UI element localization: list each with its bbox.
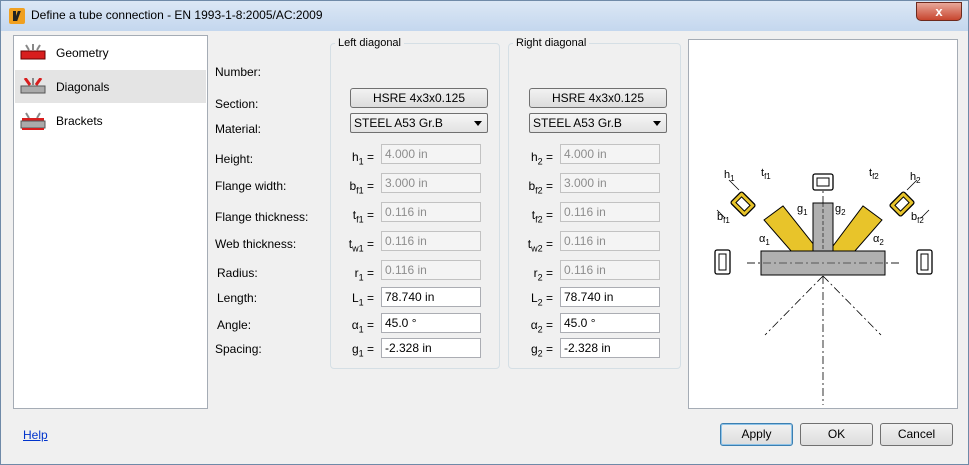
close-button[interactable]: x <box>916 2 962 21</box>
dialog-window: Define a tube connection - EN 1993-1-8:2… <box>0 0 969 465</box>
diagonals-icon <box>20 77 46 93</box>
bf1-diagram-label: bf1 <box>717 211 730 225</box>
right-material-value: STEEL A53 Gr.B <box>533 116 622 130</box>
sidebar-item-brackets[interactable]: Brackets <box>15 104 206 137</box>
help-link[interactable]: Help <box>23 428 48 442</box>
tf1-symbol: tf1 = <box>352 208 374 225</box>
web-thickness-label: Web thickness: <box>215 237 297 251</box>
left-flange-thickness-field: 0.116 in <box>381 202 481 222</box>
left-flange-width-field: 3.000 in <box>381 173 481 193</box>
right-length-field[interactable]: 78.740 in <box>560 287 660 307</box>
chevron-down-icon <box>474 121 482 126</box>
left-angle-field[interactable]: 45.0 ° <box>381 313 481 333</box>
g2-symbol: g2 = <box>530 342 553 359</box>
right-spacing-field[interactable]: -2.328 in <box>560 338 660 358</box>
app-logo-icon <box>9 8 25 24</box>
title-bar[interactable]: Define a tube connection - EN 1993-1-8:2… <box>1 1 968 31</box>
chevron-down-icon <box>653 121 661 126</box>
sidebar-item-label: Geometry <box>56 45 109 60</box>
right-flange-width-field: 3.000 in <box>560 173 660 193</box>
alpha1-symbol: α1 = <box>351 318 374 335</box>
g2-diagram-label: g2 <box>835 203 846 217</box>
apply-button[interactable]: Apply <box>720 423 793 446</box>
tw2-symbol: tw2 = <box>527 237 553 254</box>
spacing-label: Spacing: <box>215 342 262 356</box>
right-diagonal-title: Right diagonal <box>513 37 590 49</box>
L2-symbol: L2 = <box>530 291 553 308</box>
g1-symbol: g1 = <box>351 342 374 359</box>
length-label: Length: <box>217 291 258 305</box>
right-radius-field: 0.116 in <box>560 260 660 280</box>
alpha2-diagram-label: α2 <box>873 233 884 247</box>
radius-label: Radius: <box>217 266 258 280</box>
h1-symbol: h1 = <box>351 150 374 167</box>
geometry-icon <box>20 43 46 59</box>
bf2-symbol: bf2 = <box>528 179 553 196</box>
r1-symbol: r1 = <box>354 266 374 283</box>
left-radius-field: 0.116 in <box>381 260 481 280</box>
tw1-symbol: tw1 = <box>348 237 374 254</box>
h2-symbol: h2 = <box>530 150 553 167</box>
left-diagonal-title: Left diagonal <box>335 37 404 49</box>
section-label: Section: <box>215 97 259 111</box>
tf2-diagram-label: tf2 <box>869 167 879 181</box>
h1-diagram-label: h1 <box>724 169 735 183</box>
material-label: Material: <box>215 122 262 136</box>
ok-button[interactable]: OK <box>800 423 873 446</box>
left-section-button[interactable]: HSRE 4x3x0.125 <box>350 88 488 108</box>
alpha1-diagram-label: α1 <box>759 233 770 247</box>
right-section-button[interactable]: HSRE 4x3x0.125 <box>529 88 667 108</box>
flange-thickness-label: Flange thickness: <box>215 210 309 224</box>
tf1-diagram-label: tf1 <box>761 167 771 181</box>
bf1-symbol: bf1 = <box>349 179 374 196</box>
left-height-field: 4.000 in <box>381 144 481 164</box>
flange-width-label: Flange width: <box>215 179 287 193</box>
right-height-field: 4.000 in <box>560 144 660 164</box>
right-flange-thickness-field: 0.116 in <box>560 202 660 222</box>
connection-preview: h1 tf1 bf1 g1 g2 α1 α2 tf2 h2 bf2 <box>688 39 958 409</box>
number-label: Number: <box>215 65 262 79</box>
section-nav: Geometry Diagonals Brackets <box>13 35 208 409</box>
sidebar-item-label: Brackets <box>56 113 103 128</box>
sidebar-item-label: Diagonals <box>56 79 110 94</box>
sidebar-item-geometry[interactable]: Geometry <box>15 36 206 69</box>
left-spacing-field[interactable]: -2.328 in <box>381 338 481 358</box>
left-material-select[interactable]: STEEL A53 Gr.B <box>350 113 488 133</box>
sidebar-item-diagonals[interactable]: Diagonals <box>15 70 206 103</box>
dialog-client: Geometry Diagonals Brackets Number: Sect… <box>7 31 962 459</box>
brackets-icon <box>20 111 46 130</box>
bf2-diagram-label: bf2 <box>911 211 924 225</box>
angle-label: Angle: <box>217 318 252 332</box>
right-angle-field[interactable]: 45.0 ° <box>560 313 660 333</box>
g1-diagram-label: g1 <box>797 203 808 217</box>
left-web-thickness-field: 0.116 in <box>381 231 481 251</box>
alpha2-symbol: α2 = <box>530 318 553 335</box>
left-material-value: STEEL A53 Gr.B <box>354 116 443 130</box>
L1-symbol: L1 = <box>351 291 374 308</box>
h2-diagram-label: h2 <box>910 171 921 185</box>
tube-connection-diagram: h1 tf1 bf1 g1 g2 α1 α2 tf2 h2 bf2 <box>714 167 933 405</box>
cancel-button[interactable]: Cancel <box>880 423 953 446</box>
right-web-thickness-field: 0.116 in <box>560 231 660 251</box>
tf2-symbol: tf2 = <box>531 208 553 225</box>
left-length-field[interactable]: 78.740 in <box>381 287 481 307</box>
height-label: Height: <box>215 152 254 166</box>
right-material-select[interactable]: STEEL A53 Gr.B <box>529 113 667 133</box>
r2-symbol: r2 = <box>533 266 553 283</box>
window-title: Define a tube connection - EN 1993-1-8:2… <box>31 8 323 22</box>
